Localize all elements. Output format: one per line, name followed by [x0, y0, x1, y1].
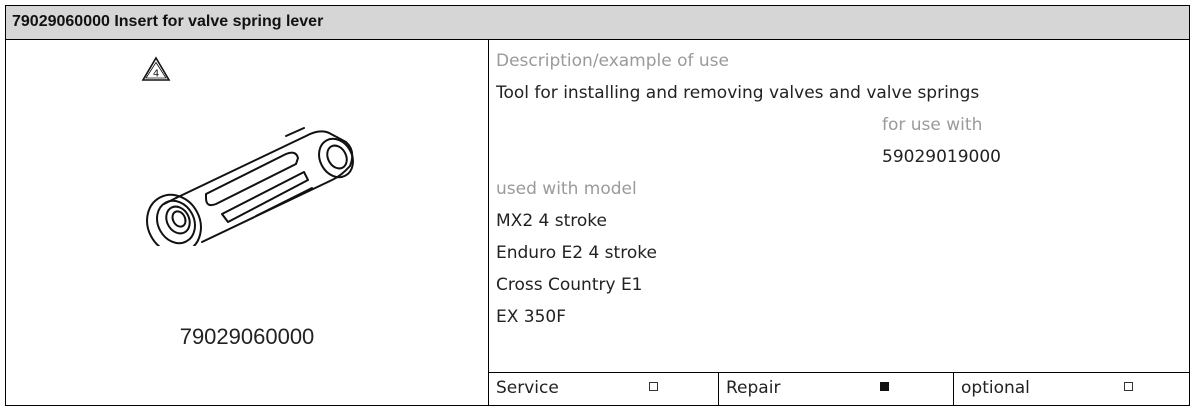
column-divider: [488, 40, 489, 405]
sheet-title: 79029060000 Insert for valve spring leve…: [12, 13, 324, 30]
used-with-model-label: used with model: [496, 179, 637, 199]
model-item: EX 350F: [496, 307, 567, 327]
option-optional[interactable]: optional: [954, 372, 1189, 405]
warning-triangle-icon: 4: [141, 56, 171, 81]
model-item: MX2 4 stroke: [496, 211, 607, 231]
description-text: Tool for installing and removing valves …: [496, 83, 980, 103]
model-item: Cross Country E1: [496, 275, 643, 295]
description-label: Description/example of use: [496, 51, 730, 71]
warning-number: 4: [153, 69, 159, 80]
option-service[interactable]: Service: [489, 372, 718, 405]
optional-checkbox[interactable]: [1124, 382, 1133, 391]
option-optional-label: optional: [961, 378, 1030, 398]
repair-checkbox[interactable]: [880, 382, 889, 391]
service-checkbox[interactable]: [649, 382, 658, 391]
for-use-with-label: for use with: [882, 115, 983, 135]
option-service-label: Service: [496, 378, 559, 398]
for-use-with-value: 59029019000: [882, 147, 1001, 167]
sheet-header: 79029060000 Insert for valve spring leve…: [6, 6, 1189, 40]
tool-illustration: [146, 127, 354, 246]
part-number-caption: 79029060000: [179, 324, 315, 349]
model-item: Enduro E2 4 stroke: [496, 243, 657, 263]
option-repair[interactable]: Repair: [719, 372, 953, 405]
tool-sheet: 79029060000 Insert for valve spring leve…: [5, 5, 1190, 406]
tool-image-panel: 4 79029060000: [6, 40, 488, 372]
option-repair-label: Repair: [726, 378, 781, 398]
